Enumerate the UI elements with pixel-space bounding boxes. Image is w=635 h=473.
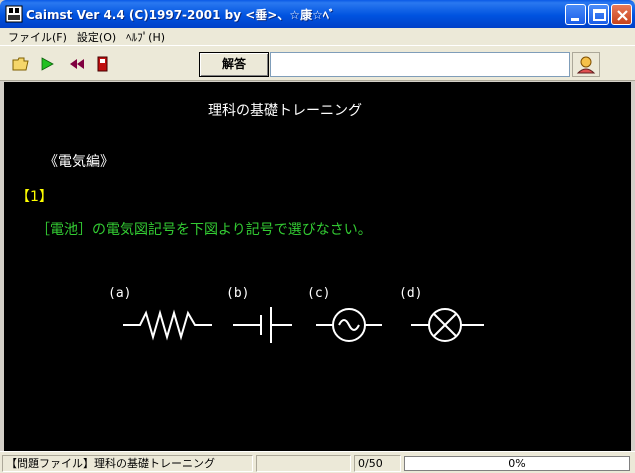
hint-button[interactable] [572, 52, 600, 77]
rewind-icon[interactable] [68, 56, 86, 72]
close-button[interactable] [611, 4, 632, 25]
question-area: 理科の基礎トレーニング 《電気編》 【1】 ［電池］の電気図記号を下図より記号で… [4, 82, 631, 451]
lamp-icon [411, 308, 484, 342]
minimize-button[interactable] [565, 4, 586, 25]
menu-file[interactable]: ファイル(F) [4, 29, 73, 45]
menu-bar: ファイル(F) 設定(O) ﾍﾙﾌﾟ(H) [0, 28, 635, 45]
status-counter: 0/50 [354, 455, 401, 472]
menu-help[interactable]: ﾍﾙﾌﾟ(H) [122, 29, 171, 45]
answer-input[interactable] [270, 52, 570, 77]
close-icon [617, 10, 628, 21]
progress-text: 0% [508, 457, 526, 470]
window-title: Caimst Ver 4.4 (C)1997-2001 by <垂>、☆康☆ﾍﾞ [26, 8, 335, 22]
status-blank [256, 455, 351, 472]
status-bar: 【問題ファイル】理科の基礎トレーニング 0/50 0% [0, 451, 635, 473]
maximize-icon [593, 9, 606, 21]
stop-icon[interactable] [94, 56, 112, 72]
battery-icon [233, 307, 292, 343]
hint-icon [576, 56, 596, 74]
answer-button[interactable]: 解答 [199, 52, 269, 77]
ac-source-icon [316, 308, 382, 342]
open-folder-icon[interactable] [12, 56, 30, 72]
title-bar[interactable]: Caimst Ver 4.4 (C)1997-2001 by <垂>、☆康☆ﾍﾞ [0, 0, 635, 28]
progress-bar: 0% [404, 456, 630, 471]
status-file: 【問題ファイル】理科の基礎トレーニング [2, 455, 253, 472]
menu-settings[interactable]: 設定(O) [73, 29, 122, 45]
circuit-symbols [123, 307, 484, 343]
app-icon [5, 5, 23, 23]
resistor-icon [123, 309, 212, 341]
minimize-icon [571, 18, 579, 21]
maximize-button[interactable] [588, 4, 609, 25]
play-icon[interactable] [38, 56, 56, 72]
